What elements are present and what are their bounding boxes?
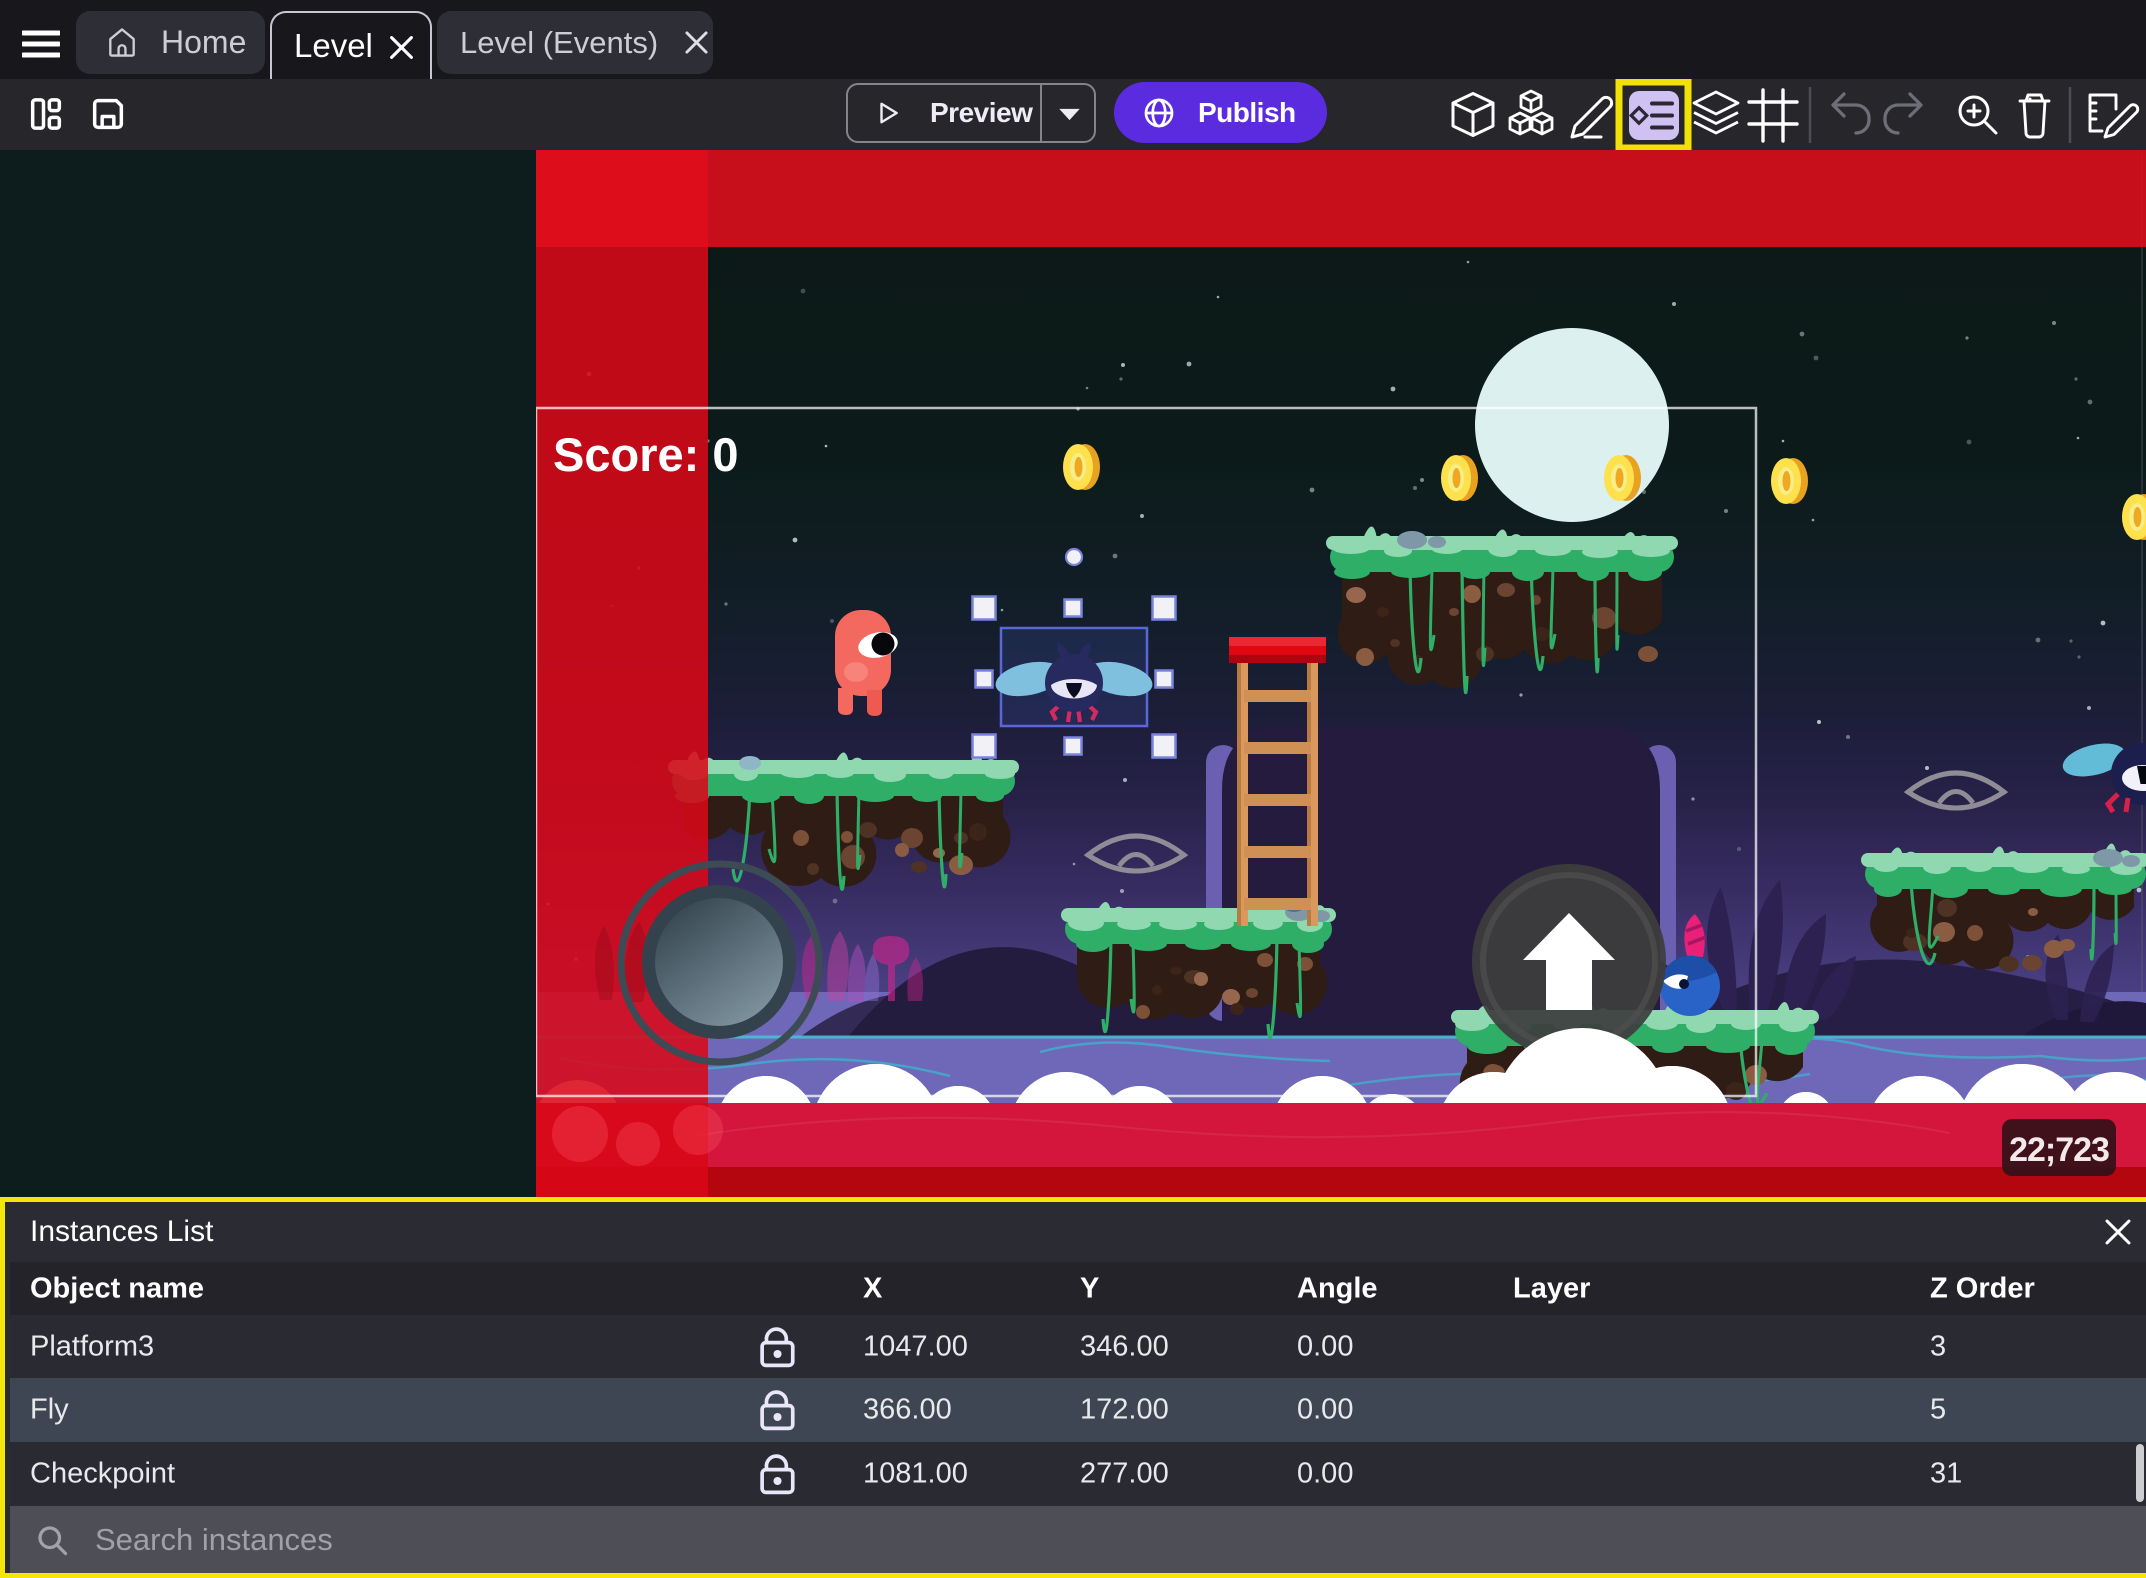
svg-text:22;723: 22;723: [2009, 1131, 2109, 1169]
svg-text:Score: 0: Score: 0: [553, 428, 738, 481]
